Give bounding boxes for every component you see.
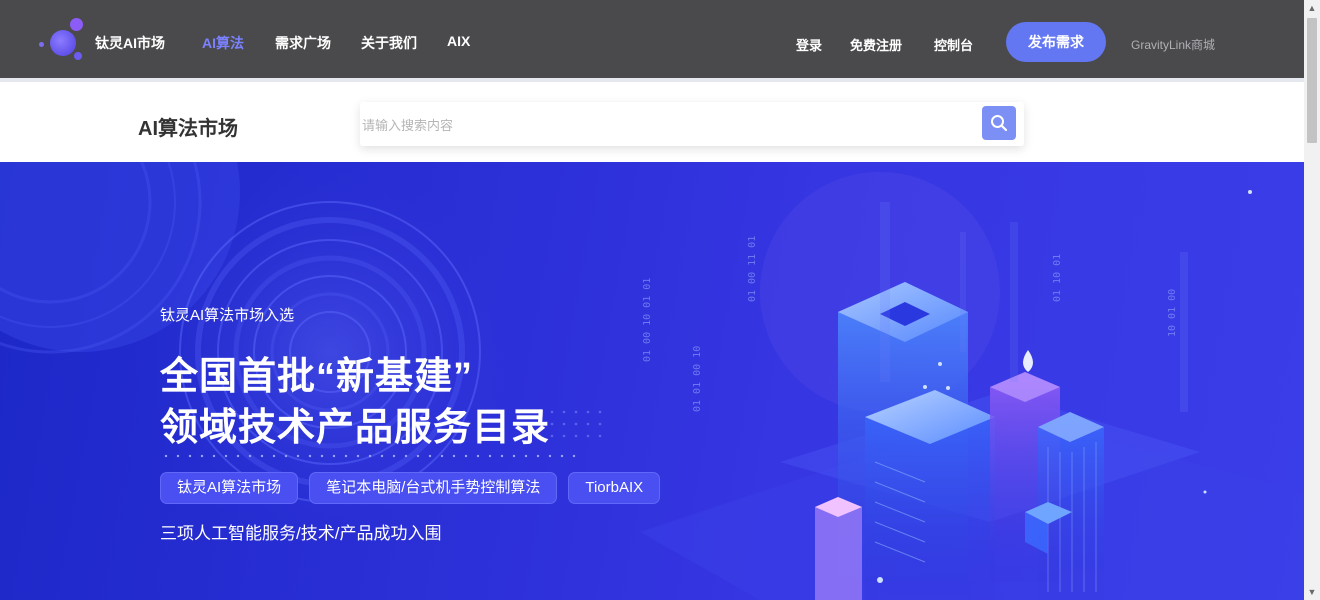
search-bar-section: AI算法市场: [0, 86, 1304, 162]
scrollbar-thumb[interactable]: [1307, 18, 1317, 143]
scroll-up-icon[interactable]: ▲: [1304, 0, 1320, 16]
search-button[interactable]: [982, 106, 1016, 140]
scroll-down-icon[interactable]: ▼: [1304, 584, 1320, 600]
dotted-divider: [160, 454, 580, 458]
brand-name[interactable]: 钛灵AI市场: [95, 33, 165, 53]
svg-text:01 01 00 10: 01 01 00 10: [692, 346, 703, 412]
logo-dot: [70, 18, 83, 31]
svg-text:10 01 00: 10 01 00: [1167, 289, 1178, 337]
svg-text:01 00 11 01: 01 00 11 01: [747, 236, 758, 302]
banner-subtitle: 三项人工智能服务/技术/产品成功入围: [160, 524, 442, 543]
banner-kicker: 钛灵AI算法市场入选: [160, 307, 295, 324]
vertical-scrollbar[interactable]: ▲ ▼: [1304, 0, 1320, 600]
tag-gesture-algorithm[interactable]: 笔记本电脑/台式机手势控制算法: [309, 472, 558, 504]
tag-ai-market[interactable]: 钛灵AI算法市场: [160, 472, 299, 504]
svg-text:01 00 10 01 01: 01 00 10 01 01: [642, 278, 653, 362]
top-navbar: 钛灵AI市场 AI算法 需求广场 关于我们 AIX 登录 免费注册 控制台 发布…: [0, 0, 1304, 82]
banner-title-line-1: 全国首批“新基建”: [160, 356, 474, 398]
hero-banner[interactable]: 01 00 10 01 01 01 01 00 10 01 00 11 01 0…: [0, 162, 1304, 600]
banner-title-line-2: 领域技术产品服务目录: [160, 407, 551, 449]
publish-demand-button[interactable]: 发布需求: [1006, 22, 1106, 62]
svg-text:01 10 01: 01 10 01: [1052, 254, 1063, 302]
logo-dot: [39, 42, 44, 47]
search-input[interactable]: [360, 102, 974, 148]
logo-dot: [74, 52, 82, 60]
nav-ai-algorithm[interactable]: AI算法: [202, 33, 244, 53]
nav-demand-square[interactable]: 需求广场: [275, 33, 331, 53]
gravitylink-store-link[interactable]: GravityLink商城: [1131, 36, 1215, 53]
logo[interactable]: [38, 18, 88, 64]
register-link[interactable]: 免费注册: [850, 35, 902, 54]
search-box: [360, 102, 1024, 148]
nav-aix[interactable]: AIX: [447, 33, 470, 49]
logo-circle: [50, 30, 76, 56]
login-link[interactable]: 登录: [796, 35, 822, 54]
banner-tags: 钛灵AI算法市场 笔记本电脑/台式机手势控制算法 TiorbAIX: [160, 472, 661, 504]
search-icon: [991, 115, 1008, 132]
nav-about-us[interactable]: 关于我们: [361, 33, 417, 53]
console-link[interactable]: 控制台: [934, 35, 973, 54]
tag-tiorbaix[interactable]: TiorbAIX: [568, 472, 661, 504]
page-title: AI算法市场: [138, 118, 238, 140]
